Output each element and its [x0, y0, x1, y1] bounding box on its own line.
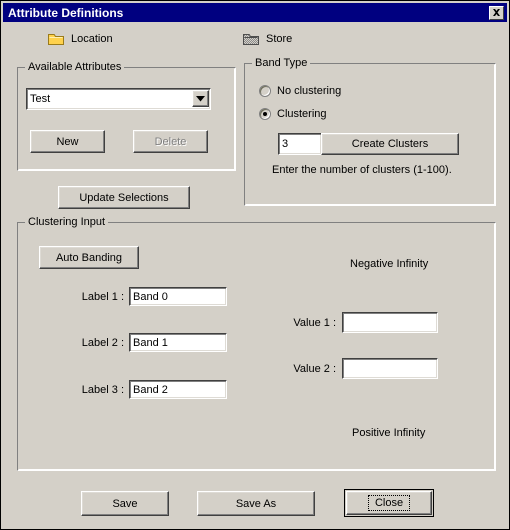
band-type-title: Band Type — [252, 57, 311, 69]
radio-no-clustering-label: No clustering — [277, 85, 342, 97]
close-button[interactable] — [489, 5, 504, 20]
window-titlebar: Attribute Definitions — [3, 3, 507, 22]
store-label: Store — [266, 33, 293, 45]
radio-clustering-label: Clustering — [277, 108, 327, 120]
close-icon — [493, 8, 500, 16]
close-dialog-button-inner: Close — [346, 491, 432, 515]
folder-icon — [243, 34, 259, 45]
value-1-caption: Value 1 : — [293, 317, 336, 329]
delete-attribute-button[interactable]: Delete — [133, 130, 208, 153]
label-1-caption: Label 1 : — [81, 291, 124, 303]
location-item[interactable]: Location — [48, 32, 113, 46]
label-2-caption: Label 2 : — [81, 337, 124, 349]
folder-icon — [48, 34, 64, 45]
available-attributes-group: Available Attributes — [17, 61, 236, 171]
radio-icon-selected — [259, 108, 271, 120]
close-dialog-button-label: Close — [367, 495, 411, 511]
radio-no-clustering[interactable]: No clustering — [259, 85, 341, 97]
cluster-count-hint: Enter the number of clusters (1-100). — [272, 164, 452, 176]
radio-icon — [259, 85, 271, 97]
attribute-select-value[interactable]: Test — [26, 88, 211, 110]
new-attribute-button[interactable]: New — [30, 130, 105, 153]
radio-clustering[interactable]: Clustering — [259, 108, 327, 120]
label-2-input[interactable]: Band 1 — [129, 333, 227, 352]
auto-banding-button[interactable]: Auto Banding — [39, 246, 139, 269]
label-1-input[interactable]: Band 0 — [129, 287, 227, 306]
create-clusters-button[interactable]: Create Clusters — [321, 133, 459, 155]
update-selections-button[interactable]: Update Selections — [58, 186, 190, 209]
attribute-select[interactable]: Test — [26, 88, 211, 110]
cluster-count-input[interactable]: 3 — [278, 133, 322, 155]
available-attributes-title: Available Attributes — [25, 61, 125, 73]
close-dialog-button[interactable]: Close — [344, 489, 434, 517]
location-label: Location — [71, 33, 113, 45]
negative-infinity-label: Negative Infinity — [350, 258, 429, 270]
clustering-input-title: Clustering Input — [25, 216, 109, 228]
save-button[interactable]: Save — [81, 491, 169, 516]
positive-infinity-label: Positive Infinity — [352, 427, 426, 439]
value-2-caption: Value 2 : — [293, 363, 336, 375]
window-title: Attribute Definitions — [8, 5, 124, 20]
store-item[interactable]: Store — [243, 32, 292, 46]
label-3-input[interactable]: Band 2 — [129, 380, 227, 399]
value-2-input[interactable] — [342, 358, 438, 379]
save-as-button[interactable]: Save As — [197, 491, 315, 516]
label-3-caption: Label 3 : — [81, 384, 124, 396]
value-1-input[interactable] — [342, 312, 438, 333]
chevron-down-icon[interactable] — [192, 90, 209, 107]
attribute-definitions-window: Attribute Definitions Location Store Ava… — [0, 0, 510, 530]
chevron-down-glyph — [196, 95, 205, 101]
